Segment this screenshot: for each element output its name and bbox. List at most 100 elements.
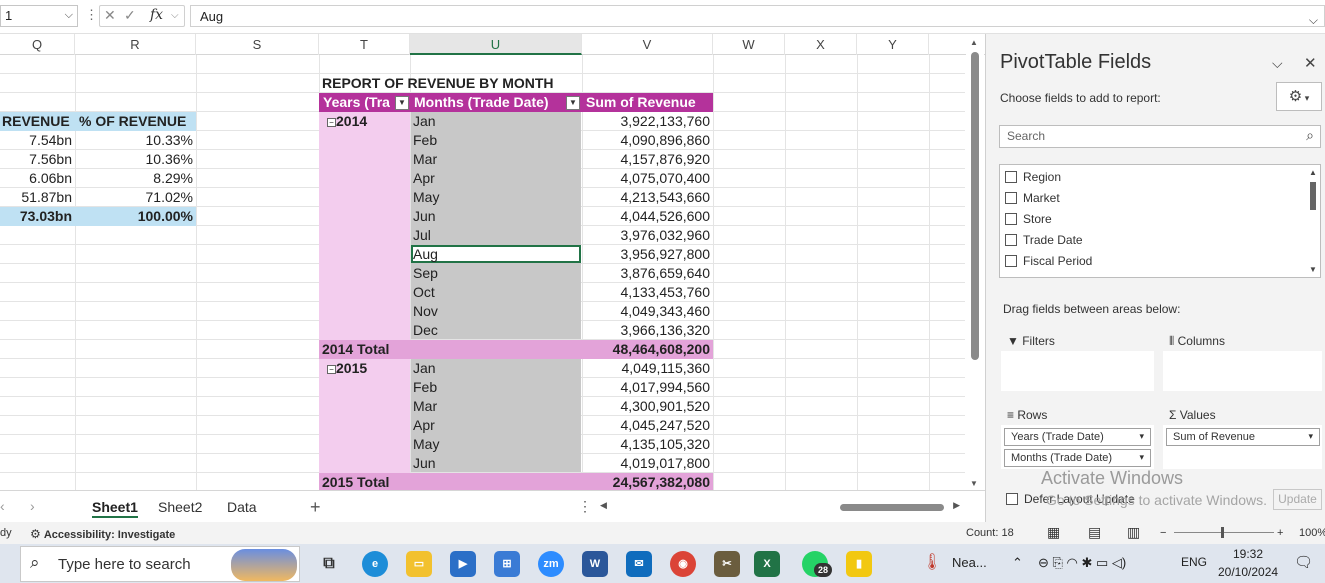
total-value[interactable]: 24,567,382,080	[582, 473, 713, 490]
scroll-right-icon[interactable]: ▶	[953, 500, 960, 511]
chevron-down-icon[interactable]: ⌵	[65, 9, 73, 22]
checkbox[interactable]	[1005, 234, 1017, 246]
task-view-icon[interactable]: ⧉	[316, 551, 342, 577]
month-cell[interactable]: Nov	[413, 302, 578, 321]
pivot-header-sum[interactable]: Sum of Revenue	[582, 93, 713, 112]
month-cell[interactable]: Apr	[413, 416, 578, 435]
column-header-r[interactable]: R	[75, 34, 196, 55]
chevron-down-icon[interactable]: ▾	[1139, 431, 1144, 442]
chevron-down-icon[interactable]: ▾	[1308, 431, 1313, 442]
prev-sheet-icon[interactable]: ‹	[0, 498, 5, 514]
page-break-icon[interactable]: ▥	[1127, 524, 1140, 541]
pivot-header-months[interactable]: Months (Trade Date)	[410, 93, 582, 112]
month-cell[interactable]: Jan	[413, 359, 578, 378]
name-box[interactable]: 1 ⌵	[0, 5, 78, 27]
tab-data[interactable]: Data	[227, 496, 257, 518]
tab-sheet1[interactable]: Sheet1	[92, 496, 138, 518]
checkbox[interactable]	[1005, 171, 1017, 183]
revenue-value-cell[interactable]: 4,213,543,660	[582, 188, 713, 207]
field-trade-date[interactable]: Trade Date	[1005, 230, 1083, 250]
edge-icon[interactable]: e	[362, 551, 388, 577]
word-icon[interactable]: W	[582, 551, 608, 577]
weather-text[interactable]: Nea...	[952, 555, 987, 570]
month-cell[interactable]: May	[413, 188, 578, 207]
revenue-cell[interactable]: 7.56bn	[0, 150, 75, 169]
file-explorer-icon[interactable]: ▭	[406, 551, 432, 577]
scroll-down-icon[interactable]: ▼	[1309, 265, 1317, 274]
zoom-out-icon[interactable]: −	[1160, 527, 1166, 539]
revenue-value-cell[interactable]: 3,956,927,800	[582, 245, 713, 264]
store-icon[interactable]: ⊞	[494, 551, 520, 577]
rows-item-years[interactable]: Years (Trade Date) ▾	[1004, 428, 1151, 446]
expand-formula-icon[interactable]: ⌵	[1309, 13, 1318, 28]
field-list[interactable]: Region Market Store Trade Date Fiscal Pe…	[999, 164, 1321, 278]
chevron-down-icon[interactable]: ⌵	[171, 10, 179, 21]
revenue-value-cell[interactable]: 4,300,901,520	[582, 397, 713, 416]
taskbar-search[interactable]: ⌕ Type here to search	[20, 546, 300, 582]
zoom-slider[interactable]	[1174, 532, 1274, 533]
cancel-icon[interactable]: ✕	[104, 7, 116, 24]
language-indicator[interactable]: ENG	[1181, 555, 1207, 569]
chevron-down-icon[interactable]: ⌵	[1272, 55, 1283, 72]
rows-item-months[interactable]: Months (Trade Date) ▾	[1004, 449, 1151, 467]
field-list-scrollbar[interactable]: ▲ ▼	[1309, 168, 1317, 274]
column-header-x[interactable]: X	[785, 34, 857, 55]
formula-input[interactable]: Aug ⌵	[190, 5, 1325, 27]
media-player-icon[interactable]: ▶	[450, 551, 476, 577]
column-header-q[interactable]: Q	[0, 34, 75, 55]
total-value[interactable]: 48,464,608,200	[582, 340, 713, 359]
field-market[interactable]: Market	[1005, 188, 1060, 208]
collapse-icon[interactable]: −	[327, 118, 336, 127]
normal-view-icon[interactable]: ▦	[1047, 524, 1060, 541]
enter-icon[interactable]: ✓	[124, 7, 136, 24]
checkbox[interactable]	[1005, 255, 1017, 267]
scroll-thumb[interactable]	[1310, 182, 1316, 210]
columns-drop-area[interactable]	[1163, 351, 1322, 391]
revenue-value-cell[interactable]: 3,922,133,760	[582, 112, 713, 131]
year-2014-label[interactable]: −2014	[327, 112, 407, 131]
month-cell[interactable]: Dec	[413, 321, 578, 340]
more-icon[interactable]: ⋮	[85, 7, 98, 23]
zoom-handle[interactable]	[1221, 527, 1224, 538]
revenue-value-cell[interactable]: 4,045,247,520	[582, 416, 713, 435]
next-sheet-icon[interactable]: ›	[30, 498, 35, 514]
system-tray-icons[interactable]: ⊖ ⎘ ◠ ✱ ▭ ◁)	[1038, 555, 1126, 571]
spreadsheet-grid[interactable]: REVENUE % OF REVENUE 7.54bn 10.33% 7.56b…	[0, 55, 965, 490]
column-header-u[interactable]: U	[410, 34, 582, 55]
pct-cell[interactable]: 8.29%	[75, 169, 196, 188]
revenue-header[interactable]: REVENUE	[0, 112, 75, 131]
revenue-cell[interactable]: 51.87bn	[0, 188, 75, 207]
month-cell[interactable]: Jun	[413, 207, 578, 226]
scroll-up-icon[interactable]: ▲	[970, 38, 978, 47]
pct-cell[interactable]: 10.36%	[75, 150, 196, 169]
chevron-down-icon[interactable]: ▾	[1139, 452, 1144, 463]
chrome-icon[interactable]: ◉	[670, 551, 696, 577]
tab-sheet2[interactable]: Sheet2	[158, 496, 202, 518]
month-cell[interactable]: Mar	[413, 150, 578, 169]
checkbox[interactable]	[1005, 213, 1017, 225]
pct-header[interactable]: % OF REVENUE	[75, 112, 196, 131]
revenue-value-cell[interactable]: 4,049,115,360	[582, 359, 713, 378]
revenue-cell[interactable]: 7.54bn	[0, 131, 75, 150]
total-revenue-cell[interactable]: 73.03bn	[0, 207, 75, 226]
accessibility-status[interactable]: ⚙ Accessibility: Investigate	[30, 527, 175, 541]
values-item-sum[interactable]: Sum of Revenue ▾	[1166, 428, 1320, 446]
pct-cell[interactable]: 71.02%	[75, 188, 196, 207]
mail-icon[interactable]: ✉	[626, 551, 652, 577]
whatsapp-icon[interactable]: 28	[802, 551, 832, 577]
function-icon[interactable]: fx	[150, 7, 163, 23]
snipping-tool-icon[interactable]: ✂	[714, 551, 740, 577]
close-icon[interactable]: ✕	[1304, 54, 1317, 72]
month-cell[interactable]: Jun	[413, 454, 578, 473]
clock-date[interactable]: 20/10/2024	[1218, 565, 1278, 579]
zoom-in-icon[interactable]: +	[1277, 527, 1283, 539]
month-cell[interactable]: Feb	[413, 131, 578, 150]
excel-icon[interactable]: X	[754, 551, 780, 577]
month-cell[interactable]: Jul	[413, 226, 578, 245]
filter-dropdown-icon[interactable]: ▼	[566, 96, 580, 110]
field-search-input[interactable]: Search ⌕	[999, 125, 1321, 148]
scroll-up-icon[interactable]: ▲	[1309, 168, 1317, 177]
month-cell[interactable]: Feb	[413, 378, 578, 397]
revenue-value-cell[interactable]: 4,135,105,320	[582, 435, 713, 454]
collapse-icon[interactable]: −	[327, 365, 336, 374]
